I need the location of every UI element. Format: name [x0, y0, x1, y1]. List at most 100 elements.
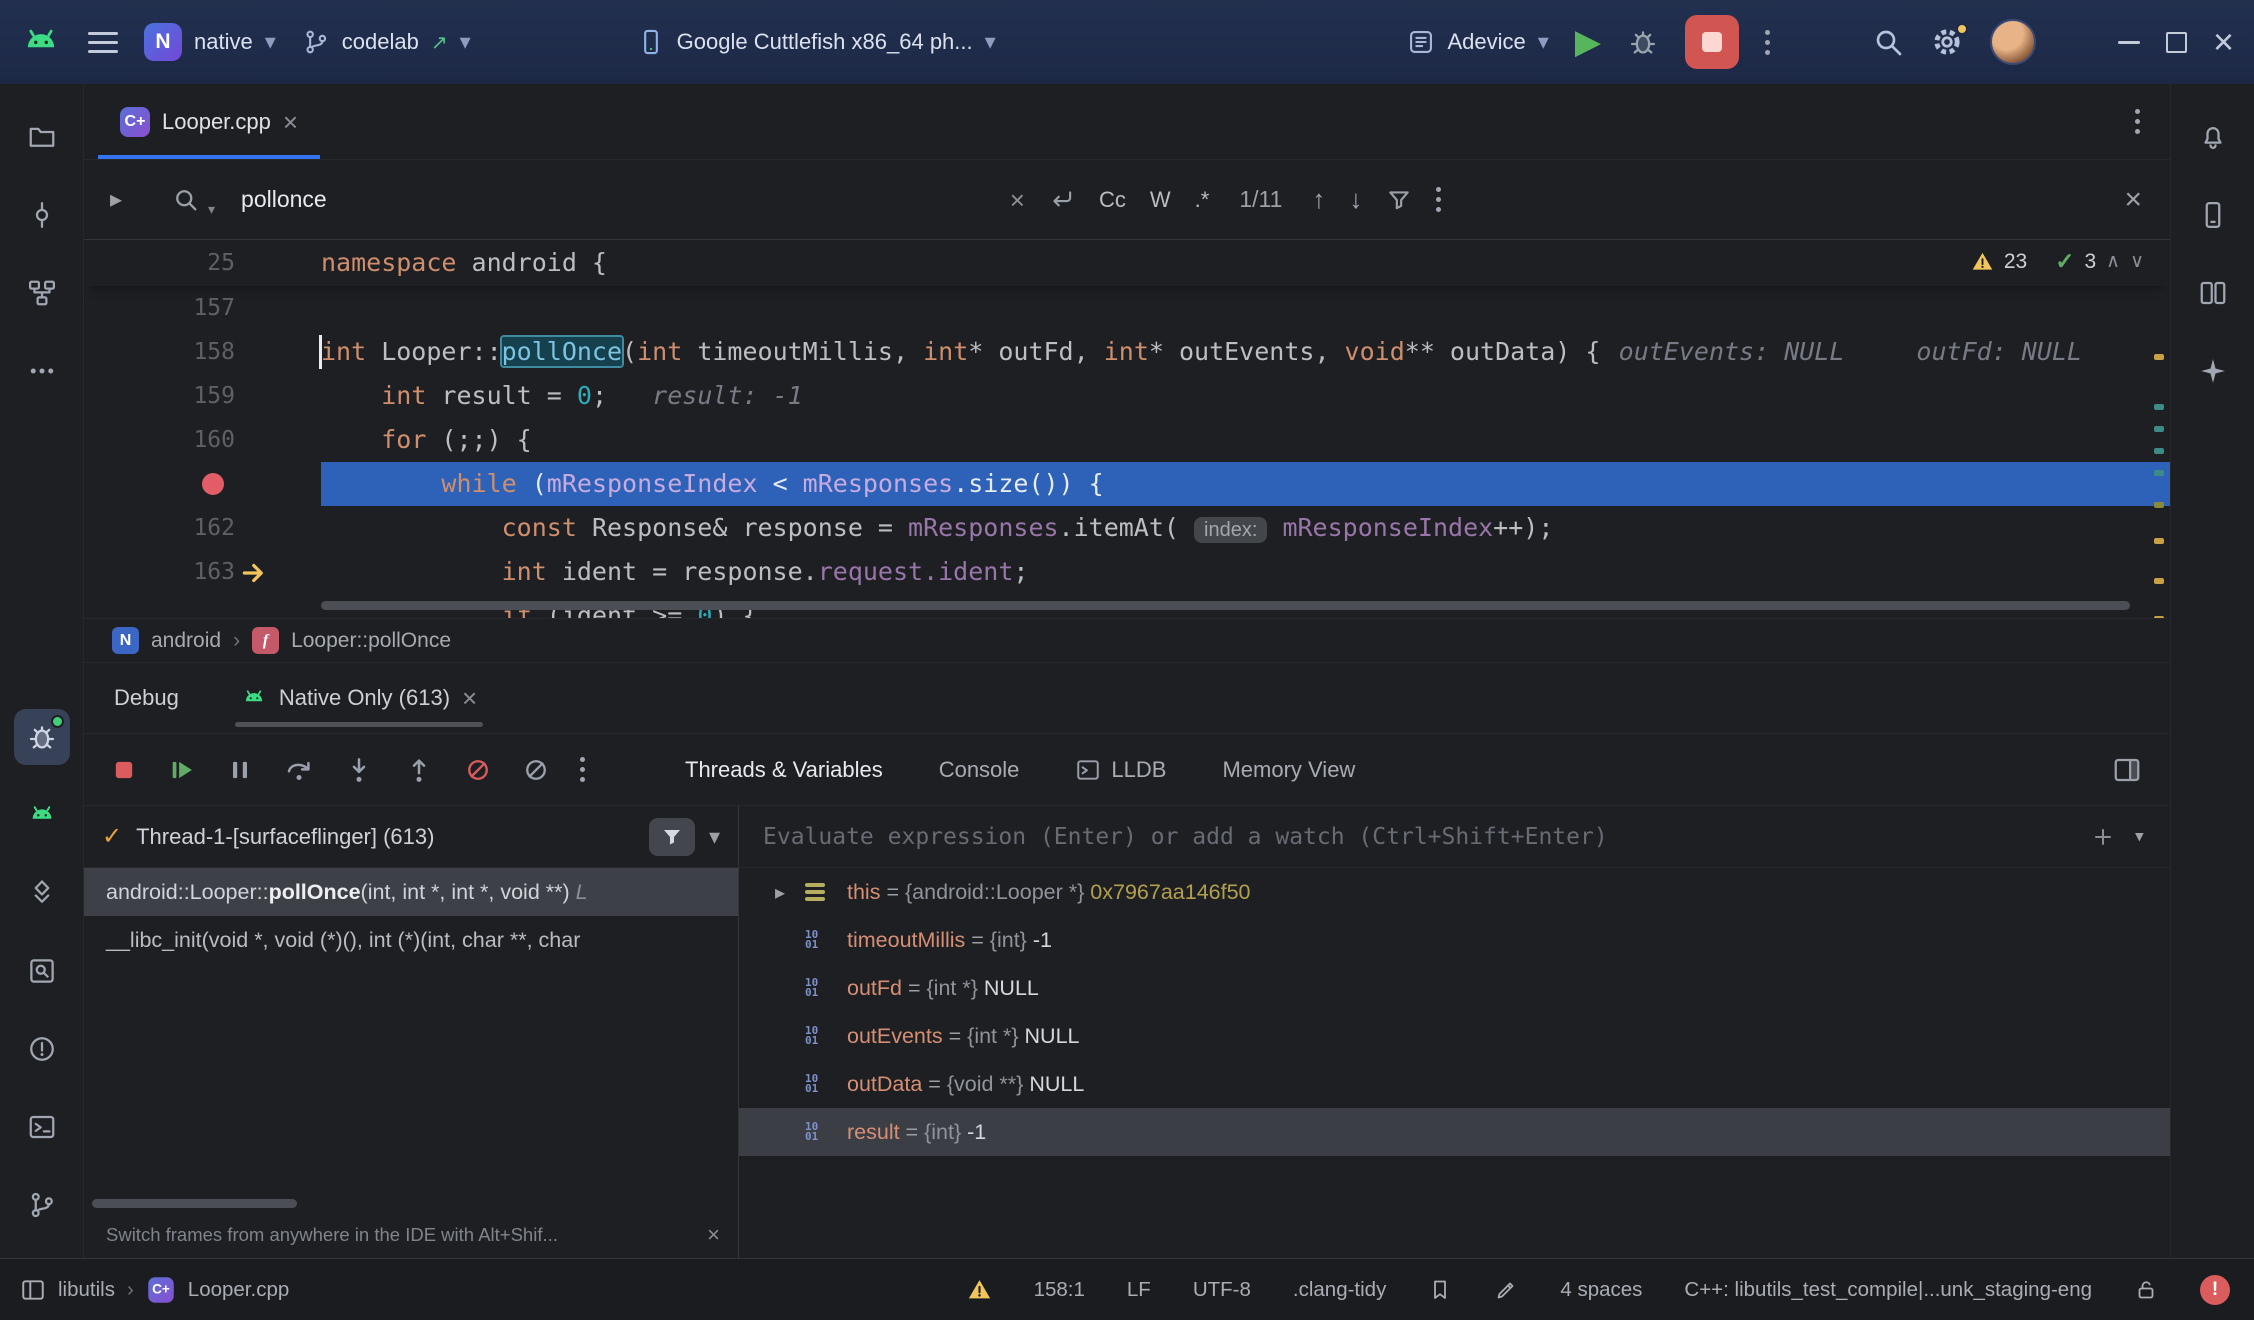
line-number[interactable]: 158	[84, 330, 321, 374]
stack-frame-row[interactable]: android::Looper::pollOnce(int, int *, in…	[84, 868, 738, 916]
search-history-icon[interactable]: ▾	[208, 202, 215, 216]
match-case-toggle[interactable]: Cc	[1099, 187, 1126, 213]
structure-tool-icon[interactable]	[14, 265, 70, 321]
clang-tidy[interactable]: .clang-tidy	[1293, 1278, 1386, 1302]
project-tool-icon[interactable]	[14, 109, 70, 165]
running-devices-icon[interactable]	[2185, 265, 2241, 321]
terminal-tool-icon[interactable]	[14, 1099, 70, 1155]
debug-title[interactable]: Debug	[114, 685, 179, 711]
file-encoding[interactable]: UTF-8	[1193, 1278, 1251, 1302]
tab-options-icon[interactable]	[2135, 109, 2140, 134]
indent-setting[interactable]: 4 spaces	[1560, 1278, 1642, 1302]
run-config-selector[interactable]: Adevice ▾	[1407, 28, 1548, 56]
add-watch-icon[interactable]	[2091, 825, 2115, 849]
window-close-button[interactable]: ×	[2213, 24, 2234, 60]
code-editor[interactable]: 25 namespace android { 157 158 int Loope…	[84, 240, 2170, 618]
evaluate-expression-input[interactable]: Evaluate expression (Enter) or add a wat…	[739, 806, 2170, 868]
session-tab-close-icon[interactable]: ×	[462, 685, 477, 711]
mute-breakpoints-icon[interactable]	[464, 756, 492, 784]
warnings-status-icon[interactable]	[967, 1277, 992, 1302]
variable-row[interactable]: ▸ this = {android::Looper *} 0x7967aa146…	[739, 868, 2170, 916]
version-control-tool-icon[interactable]	[14, 1177, 70, 1233]
find-close-icon[interactable]: ×	[2124, 183, 2142, 217]
problems-tool-icon[interactable]	[14, 1021, 70, 1077]
find-query[interactable]: pollonce	[241, 186, 327, 213]
thread-selector[interactable]: ✓ Thread-1-[surfaceflinger] (613) ▾	[84, 806, 738, 868]
variable-row[interactable]: 1001 outFd = {int *} NULL	[739, 964, 2170, 1012]
more-actions-icon[interactable]	[1765, 30, 1770, 55]
newline-icon[interactable]	[1049, 187, 1075, 213]
find-options-icon[interactable]	[1436, 187, 1441, 212]
tab-memory-view[interactable]: Memory View	[1222, 757, 1355, 783]
debug-session-tab[interactable]: Native Only (613) ×	[235, 663, 483, 733]
stop-button[interactable]	[1685, 15, 1739, 69]
app-quality-insights-tool-icon[interactable]	[14, 865, 70, 921]
variable-row-selected[interactable]: 1001 result = {int} -1	[739, 1108, 2170, 1156]
find-clear-icon[interactable]: ×	[1010, 187, 1025, 213]
expand-icon[interactable]: ▸	[775, 880, 805, 905]
status-module[interactable]: libutils	[58, 1278, 115, 1302]
debug-button[interactable]	[1627, 26, 1659, 58]
breakpoints-dialog-icon[interactable]	[522, 756, 550, 784]
stack-frame-row[interactable]: __libc_init(void *, void (*)(), int (*)(…	[84, 916, 738, 964]
whole-words-toggle[interactable]: W	[1150, 187, 1171, 213]
stop-process-icon[interactable]	[110, 756, 138, 784]
tool-window-panels-icon[interactable]	[20, 1277, 46, 1303]
variable-row[interactable]: 1001 timeoutMillis = {int} -1	[739, 916, 2170, 964]
step-into-icon[interactable]	[344, 755, 374, 785]
line-number[interactable]: 163	[84, 550, 321, 594]
commit-tool-icon[interactable]	[14, 187, 70, 243]
settings-gear-icon[interactable]	[1930, 25, 1964, 59]
run-button[interactable]: ▶	[1575, 22, 1601, 62]
regex-toggle[interactable]: .*	[1195, 187, 1210, 213]
device-selector[interactable]: Google Cuttlefish x86_64 ph... ▾	[637, 28, 996, 56]
thread-dropdown-icon[interactable]: ▾	[709, 826, 720, 848]
tab-console[interactable]: Console	[939, 757, 1020, 783]
toolchain[interactable]: C++: libutils_test_compile|...unk_stagin…	[1684, 1278, 2092, 1302]
variable-row[interactable]: 1001 outData = {void **} NULL	[739, 1060, 2170, 1108]
caret-position[interactable]: 158:1	[1034, 1278, 1085, 1302]
device-explorer-icon[interactable]	[2185, 187, 2241, 243]
inspections-highlight-icon[interactable]	[1494, 1278, 1518, 1302]
vcs-branch-selector[interactable]: codelab ↗ ▾	[302, 28, 471, 56]
project-selector[interactable]: N native ▾	[144, 23, 276, 61]
gemini-icon[interactable]	[2185, 343, 2241, 399]
resume-program-icon[interactable]	[168, 756, 196, 784]
lock-icon[interactable]	[2134, 1278, 2158, 1302]
line-number[interactable]: 160	[84, 418, 321, 462]
inspections-widget[interactable]: 23 ✓ 3 ∧ ∨	[1971, 248, 2144, 275]
pause-program-icon[interactable]	[226, 756, 254, 784]
breadcrumb-function[interactable]: Looper::pollOnce	[291, 629, 451, 653]
line-separator[interactable]: LF	[1127, 1278, 1151, 1302]
filter-search-icon[interactable]	[1386, 187, 1412, 213]
search-everywhere-icon[interactable]	[1872, 26, 1904, 58]
hide-frames-filter-button[interactable]	[649, 818, 695, 856]
debug-tool-icon[interactable]	[14, 709, 70, 765]
find-expand-icon[interactable]: ▸	[84, 185, 148, 214]
status-file[interactable]: Looper.cpp	[188, 1278, 289, 1302]
bookmark-icon[interactable]	[1428, 1278, 1452, 1302]
hint-close-icon[interactable]: ×	[707, 1224, 720, 1246]
step-over-icon[interactable]	[284, 755, 314, 785]
next-occurrence-icon[interactable]: ↓	[1349, 184, 1362, 215]
tab-looper-cpp[interactable]: C+ Looper.cpp ×	[98, 84, 320, 159]
window-minimize-button[interactable]	[2118, 41, 2140, 44]
tab-lldb[interactable]: LLDB	[1075, 757, 1166, 783]
device-manager-tool-icon[interactable]	[14, 787, 70, 843]
previous-occurrence-icon[interactable]: ↑	[1312, 184, 1325, 215]
evaluate-expand-icon[interactable]: ▾	[2133, 826, 2146, 848]
line-number[interactable]: 162	[84, 506, 321, 550]
tab-threads-variables[interactable]: Threads & Variables	[685, 757, 883, 783]
fatal-error-icon[interactable]: !	[2200, 1275, 2230, 1305]
breakpoint-gutter[interactable]	[84, 462, 321, 506]
line-number[interactable]: 159	[84, 374, 321, 418]
app-inspection-tool-icon[interactable]	[14, 943, 70, 999]
breadcrumb-namespace[interactable]: android	[151, 629, 221, 653]
editor-horizontal-scrollbar[interactable]	[321, 601, 2130, 610]
step-out-icon[interactable]	[404, 755, 434, 785]
window-maximize-button[interactable]	[2166, 32, 2187, 53]
breakpoint-icon[interactable]	[202, 473, 224, 495]
frames-horizontal-scrollbar[interactable]	[92, 1199, 297, 1208]
debug-more-options-icon[interactable]	[580, 757, 585, 782]
line-number[interactable]: 157	[84, 286, 321, 330]
